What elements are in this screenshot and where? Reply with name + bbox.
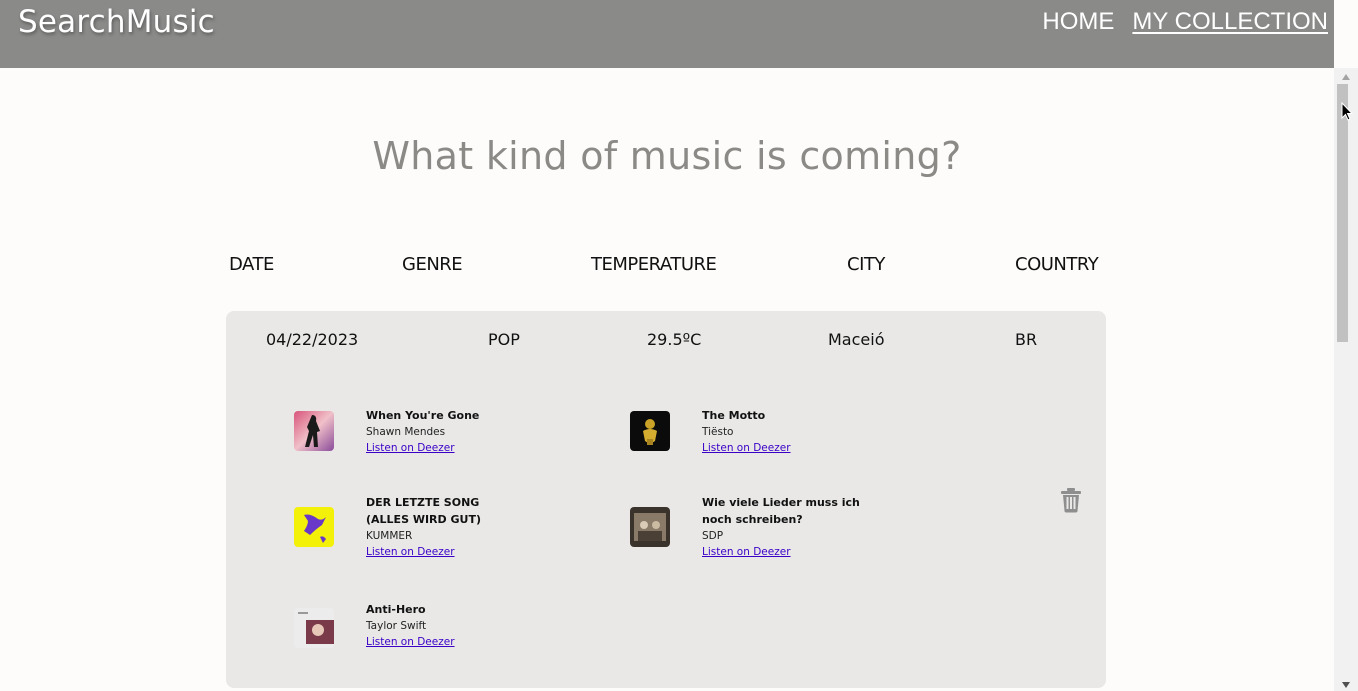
track-title: When You're Gone	[366, 409, 480, 422]
column-header-temperature: TEMPERATURE	[591, 254, 717, 275]
entry-temperature: 29.5ºC	[647, 330, 702, 349]
listen-on-deezer-link[interactable]: Listen on Deezer	[366, 544, 526, 560]
entry-city: Maceió	[828, 330, 885, 349]
column-header-city: CITY	[847, 254, 885, 275]
track-artist: KUMMER	[366, 530, 413, 542]
track-artist: Tiësto	[702, 426, 734, 438]
track-title: The Motto	[702, 409, 766, 422]
track-title: DER LETZTE SONG (ALLES WIRD GUT)	[366, 496, 481, 526]
nav-my-collection-link[interactable]: MY COLLECTION	[1132, 8, 1328, 36]
column-header-country: COUNTRY	[1015, 254, 1099, 275]
track-title: Wie viele Lieder muss ich noch schreiben…	[702, 496, 860, 526]
column-header-genre: GENRE	[402, 254, 463, 275]
main-nav: HOME MY COLLECTION	[1042, 8, 1328, 36]
mouse-pointer-icon	[1341, 101, 1354, 126]
entry-date: 04/22/2023	[266, 330, 359, 349]
listen-on-deezer-link[interactable]: Listen on Deezer	[366, 634, 526, 650]
track-artist: Taylor Swift	[366, 620, 427, 632]
trash-icon[interactable]	[1060, 487, 1082, 513]
album-cover-image	[294, 411, 334, 451]
track-title: Anti-Hero	[366, 603, 426, 616]
vertical-scrollbar[interactable]	[1334, 68, 1358, 691]
album-cover-image	[630, 507, 670, 547]
nav-home-link[interactable]: HOME	[1042, 8, 1114, 36]
listen-on-deezer-link[interactable]: Listen on Deezer	[702, 544, 872, 560]
entry-genre: POP	[488, 330, 520, 349]
listen-on-deezer-link[interactable]: Listen on Deezer	[366, 440, 526, 456]
brand-logo[interactable]: SearchMusic	[18, 4, 215, 40]
entry-country: BR	[1015, 330, 1038, 349]
page-title: What kind of music is coming?	[372, 134, 962, 178]
scroll-up-arrow-icon[interactable]	[1342, 74, 1350, 80]
track-artist: Shawn Mendes	[366, 426, 446, 438]
listen-on-deezer-link[interactable]: Listen on Deezer	[702, 440, 862, 456]
column-header-date: DATE	[229, 254, 274, 275]
collection-entry-card: 04/22/2023 POP 29.5ºC Maceió BR When You…	[226, 311, 1106, 688]
album-cover-image	[630, 411, 670, 451]
top-navbar: SearchMusic HOME MY COLLECTION	[0, 0, 1334, 68]
album-cover-image	[294, 507, 334, 547]
table-header-row: DATE GENRE TEMPERATURE CITY COUNTRY	[0, 254, 1334, 282]
album-cover-image	[294, 608, 334, 648]
scroll-down-arrow-icon[interactable]	[1342, 682, 1350, 688]
track-artist: SDP	[702, 530, 724, 542]
